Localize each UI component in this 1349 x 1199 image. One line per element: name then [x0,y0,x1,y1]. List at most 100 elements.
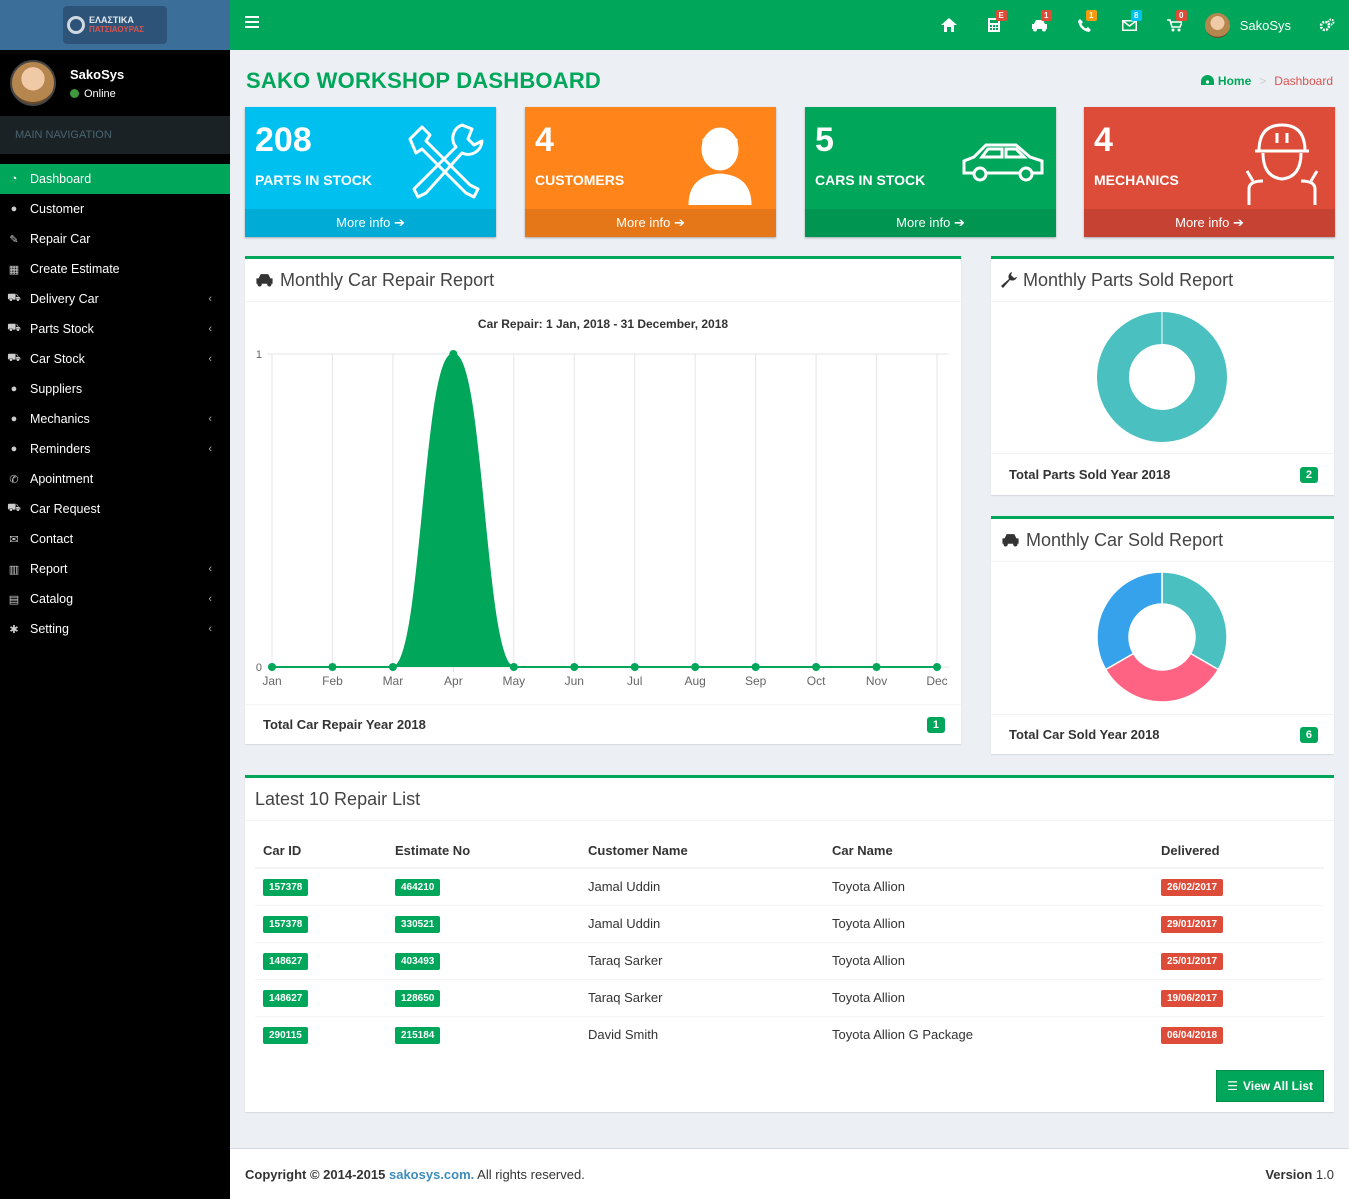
footer-count-badge: 6 [1299,726,1318,743]
stat-value: 5 [815,121,834,159]
more-info-link[interactable]: More info ➔ [805,209,1056,237]
chevron-left-icon: ‹ [208,293,212,305]
list-icon: ☰ [1227,1079,1238,1093]
customer-name: Jamal Uddin [588,916,661,931]
cart-badge: 0 [1175,10,1187,21]
copyright-text: Copyright © 2014-2015 sakosys.com. All r… [245,1166,585,1182]
sidebar-item-car-request[interactable]: ⛟ Car Request [0,494,230,524]
sidebar-item-contact[interactable]: ✉ Contact [0,524,230,554]
sidebar-toggle-icon[interactable] [245,16,259,28]
sidebar-item-setting[interactable]: ✱ Setting ‹ [0,614,230,644]
car-notification-icon[interactable]: 1 [1017,0,1062,50]
user-status: Online [70,88,124,100]
more-info-link[interactable]: More info ➔ [525,209,776,237]
car-id-label: 157378 [263,915,309,933]
logo-area[interactable]: ΕΛΑΣΤΙΚΑ ΠΑΤΣΙΑΟΥΡΑΣ [0,0,230,50]
sidebar-item-mechanics[interactable]: ● Mechanics ‹ [0,404,230,434]
delivered-date-label: 25/01/2017 [1161,952,1224,970]
sidebar-item-apointment[interactable]: ✆ Apointment [0,464,230,494]
user-icon: ● [10,203,18,215]
estimate-label: 464210 [395,878,441,896]
car-name: Toyota Allion [832,916,905,931]
data-point [570,663,579,671]
sidebar-item-customer[interactable]: ● Customer [0,194,230,224]
sidebar-item-label: Setting [30,622,69,636]
box-header: Monthly Car Sold Report [991,519,1334,562]
sidebar-item-label: Dashboard [30,172,92,186]
data-point [449,350,458,358]
car-icon [256,274,273,287]
parts-donut-chart [1097,312,1227,442]
column-header[interactable]: Estimate No [387,834,580,869]
sidebar-item-reminders[interactable]: ● Reminders ‹ [0,434,230,464]
data-point [933,663,941,671]
sidebar-item-label: Customer [30,202,85,216]
cart-icon[interactable]: 0 [1152,0,1197,50]
phone-badge: 1 [1085,10,1097,21]
calculator-icon[interactable]: E [972,0,1017,50]
envelope-icon: ✉ [9,533,19,546]
user-menu[interactable]: SakoSys [1197,12,1305,38]
home-icon[interactable] [927,0,972,50]
gears-icon[interactable] [1305,0,1349,50]
more-info-link[interactable]: More info ➔ [245,209,496,237]
arrow-circle-right-icon: ➔ [953,215,965,230]
sidebar-menu: ◔ Dashboard ● Customer ✎ Repair Car ▦ Create Es… [0,164,230,644]
x-tick-label: Sep [745,674,767,688]
sidebar-item-parts-stock[interactable]: ⛟ Parts Stock ‹ [0,314,230,344]
phone-icon[interactable]: 1 [1062,0,1107,50]
wheel-icon [67,16,85,34]
table-row[interactable]: 290115 215184 David Smith Toyota Allion G P… [255,1015,1324,1053]
box-header: Monthly Car Repair Report [245,259,961,302]
column-header[interactable]: Car ID [255,834,387,869]
repair-report-box: Monthly Car Repair Report Car Repair: 1 … [245,256,961,744]
table-row[interactable]: 157378 464210 Jamal Uddin Toyota Allion 26/0… [255,867,1324,905]
car-id-label: 148627 [263,989,309,1007]
sakosys-link[interactable]: sakosys.com. [389,1167,474,1182]
table-header-row: Car ID Estimate No Customer Name Car Nam… [255,834,1324,869]
x-tick-label: Feb [322,674,343,688]
view-all-list-button[interactable]: ☰ View All List [1216,1070,1324,1102]
x-tick-label: Nov [866,674,887,688]
x-tick-label: Jun [565,674,584,688]
car-badge: 1 [1040,10,1052,21]
table-row[interactable]: 148627 403493 Taraq Sarker Toyota Allion 25/… [255,941,1324,979]
data-point [630,663,639,671]
brand-logo[interactable]: ΕΛΑΣΤΙΚΑ ΠΑΤΣΙΑΟΥΡΑΣ [63,6,167,44]
arrow-circle-right-icon: ➔ [1232,215,1244,230]
footer-label: Total Parts Sold Year 2018 [1009,467,1171,482]
chart-title: Car Repair: 1 Jan, 2018 - 31 December, 2… [478,317,728,331]
breadcrumb-home[interactable]: Home [1200,74,1251,88]
stat-cars-in-stock: 5 CARS IN STOCK More info ➔ [805,107,1056,237]
wrench-icon: ✎ [9,233,19,246]
logo-line-1: ΕΛΑΣΤΙΚΑ [89,15,134,25]
chevron-left-icon: ‹ [208,593,212,605]
x-tick-label: Jul [627,674,642,688]
column-header[interactable]: Car Name [824,834,1153,869]
customer-name: Taraq Sarker [588,953,663,968]
avatar [1204,12,1230,38]
phone-icon: ✆ [9,473,19,486]
sidebar-item-suppliers[interactable]: ● Suppliers [0,374,230,404]
car-name: Toyota Allion [832,953,905,968]
page-footer: Copyright © 2014-2015 sakosys.com. All r… [230,1148,1349,1199]
sidebar-item-label: Reminders [30,442,91,456]
chevron-left-icon: ‹ [208,353,212,365]
sidebar-item-car-stock[interactable]: ⛟ Car Stock ‹ [0,344,230,374]
sidebar-item-catalog[interactable]: ▤ Catalog ‹ [0,584,230,614]
sidebar-item-repair-car[interactable]: ✎ Repair Car [0,224,230,254]
users-icon: ● [10,413,18,425]
column-header[interactable]: Delivered [1153,834,1324,869]
stat-label: PARTS IN STOCK [255,172,372,188]
envelope-icon[interactable]: 8 [1107,0,1152,50]
sidebar-item-create-estimate[interactable]: ▦ Create Estimate [0,254,230,284]
sidebar-item-dashboard[interactable]: ◔ Dashboard [0,164,230,194]
chevron-left-icon: ‹ [208,323,212,335]
sidebar-item-delivery-car[interactable]: ⛟ Delivery Car ‹ [0,284,230,314]
table-row[interactable]: 157378 330521 Jamal Uddin Toyota Allion 29/0… [255,904,1324,942]
estimate-badge: E [995,10,1007,21]
sidebar-item-report[interactable]: ▥ Report ‹ [0,554,230,584]
more-info-link[interactable]: More info ➔ [1084,209,1335,237]
column-header[interactable]: Customer Name [580,834,824,869]
table-row[interactable]: 148627 128650 Taraq Sarker Toyota Allion 19/… [255,978,1324,1016]
